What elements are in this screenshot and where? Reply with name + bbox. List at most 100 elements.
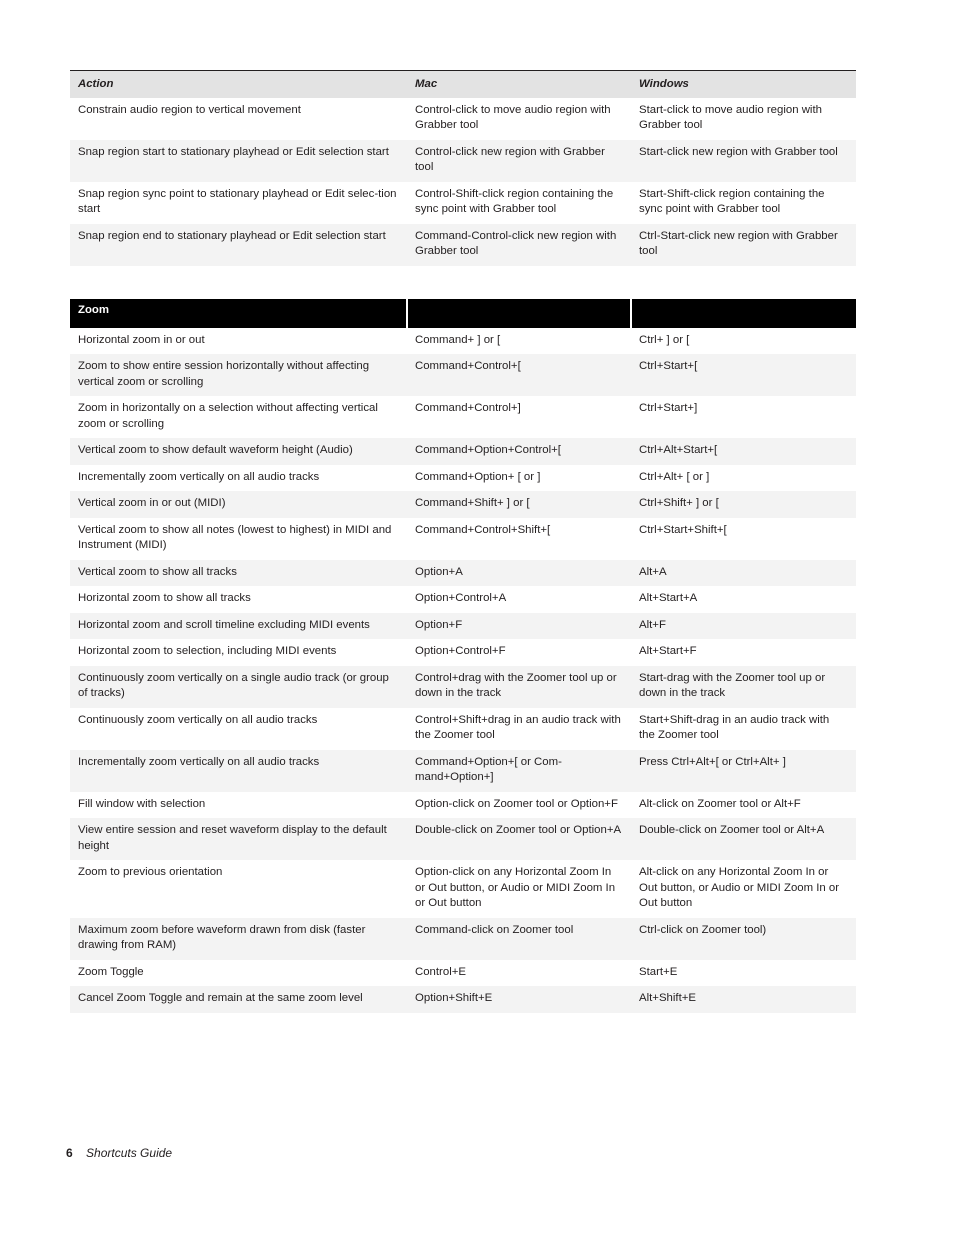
document-title: Shortcuts Guide bbox=[86, 1146, 173, 1160]
cell-action: Horizontal zoom and scroll timeline excl… bbox=[70, 612, 407, 639]
cell-action: Incrementally zoom vertically on all aud… bbox=[70, 749, 407, 792]
section-title-zoom: Zoom bbox=[70, 299, 407, 328]
cell-windows-shortcut: Alt-click on any Horizontal Zoom In or O… bbox=[639, 866, 840, 909]
cell-mac-shortcut: Control+Shift+drag in an audio track wit… bbox=[415, 713, 621, 742]
cell-windows-shortcut: Ctrl+ ] or [ bbox=[639, 333, 690, 346]
table-header-row: Action Mac Windows bbox=[70, 70, 856, 98]
table-row: Zoom in horizontally on a selection with… bbox=[70, 396, 856, 438]
section-header-blank bbox=[406, 299, 631, 328]
table-row: Horizontal zoom and scroll timeline excl… bbox=[70, 612, 856, 639]
cell-mac-shortcut: Command+Option+[ or Com-mand+Option+] bbox=[407, 749, 631, 792]
cell-mac-shortcut: Control-click to move audio region with … bbox=[415, 103, 611, 132]
cell-windows-shortcut: Start-click to move audio region with Gr… bbox=[639, 103, 822, 132]
table-row: Horizontal zoom in or out Command+ ] or [… bbox=[70, 328, 856, 355]
cell-action: Horizontal zoom to show all tracks bbox=[78, 592, 251, 604]
section-header-blank bbox=[630, 299, 856, 328]
zoom-shortcuts-table: Zoom Horizontal zoom in or out Command+ ]… bbox=[70, 299, 856, 1013]
table-row: Incrementally zoom vertically on all aud… bbox=[70, 465, 856, 492]
table-row: View entire session and reset waveform d… bbox=[70, 818, 856, 860]
table-row: Zoom Toggle Control+E Start+E bbox=[70, 960, 856, 987]
cell-mac-shortcut: Option+F bbox=[407, 612, 631, 639]
cell-windows-shortcut: Ctrl-click on Zoomer tool) bbox=[631, 917, 856, 960]
cell-windows-shortcut: Ctrl+Start+[ bbox=[631, 354, 856, 396]
cell-action: Fill window with selection bbox=[78, 797, 206, 810]
table-row: Continuously zoom vertically on a single… bbox=[70, 665, 856, 708]
cell-windows-shortcut: Start-click new region with Grabber tool bbox=[631, 139, 856, 182]
cell-action: Vertical zoom to show all notes (lowest … bbox=[78, 523, 392, 552]
cell-windows-shortcut: Alt+Start+A bbox=[639, 592, 698, 604]
table-row: Constrain audio region to vertical movem… bbox=[70, 98, 856, 140]
cell-action: Vertical zoom to show default waveform h… bbox=[70, 438, 407, 465]
table-row: Vertical zoom to show default waveform h… bbox=[70, 438, 856, 465]
cell-mac-shortcut: Option+A bbox=[407, 559, 631, 586]
column-header-action: Action bbox=[70, 70, 407, 98]
cell-action: Horizontal zoom in or out bbox=[78, 333, 205, 346]
table-row: Vertical zoom to show all notes (lowest … bbox=[70, 518, 856, 560]
table-row: Horizontal zoom to show all tracks Option… bbox=[70, 586, 856, 613]
cell-windows-shortcut: Ctrl+Start+] bbox=[639, 402, 698, 414]
cell-mac-shortcut: Option+Control+A bbox=[415, 592, 507, 604]
cell-windows-shortcut: Alt+F bbox=[631, 612, 856, 639]
cell-windows-shortcut: Alt-click on Zoomer tool or Alt+F bbox=[639, 797, 801, 810]
cell-windows-shortcut: Start-drag with the Zoomer tool up or do… bbox=[631, 665, 856, 708]
cell-action: Zoom to previous orientation bbox=[78, 866, 223, 878]
cell-mac-shortcut: Option+Control+F bbox=[415, 645, 506, 657]
cell-mac-shortcut: Command+Control+] bbox=[415, 402, 521, 414]
cell-mac-shortcut: Command+ ] or [ bbox=[415, 333, 501, 346]
table-row: Vertical zoom to show all tracks Option+A… bbox=[70, 559, 856, 586]
cell-windows-shortcut: Ctrl+Alt+Start+[ bbox=[631, 438, 856, 465]
cell-action: Incrementally zoom vertically on all aud… bbox=[78, 470, 320, 483]
table-row: Fill window with selection Option-click o… bbox=[70, 792, 856, 819]
cell-mac-shortcut: Command+Option+ [ or ] bbox=[415, 470, 541, 483]
cell-windows-shortcut: Start+E bbox=[639, 965, 678, 978]
cell-windows-shortcut: Alt+A bbox=[631, 559, 856, 586]
cell-mac-shortcut: Double-click on Zoomer tool or Option+A bbox=[407, 818, 631, 860]
table-row: Snap region start to stationary playhead… bbox=[70, 139, 856, 182]
cell-mac-shortcut: Command-click on Zoomer tool bbox=[407, 917, 631, 960]
cell-action: Continuously zoom vertically on all audi… bbox=[78, 713, 318, 726]
column-header-mac: Mac bbox=[407, 70, 631, 98]
cell-windows-shortcut: Alt+Shift+E bbox=[631, 986, 856, 1013]
cell-action: Maximum zoom before waveform drawn from … bbox=[70, 917, 407, 960]
cell-mac-shortcut: Control-click new region with Grabber to… bbox=[407, 139, 631, 182]
cell-mac-shortcut: Command+Control+[ bbox=[407, 354, 631, 396]
section-header-row: Zoom bbox=[70, 299, 856, 328]
cell-action: Continuously zoom vertically on a single… bbox=[70, 665, 407, 708]
cell-mac-shortcut: Option+Shift+E bbox=[407, 986, 631, 1013]
cell-action: Cancel Zoom Toggle and remain at the sam… bbox=[70, 986, 407, 1013]
cell-mac-shortcut: Command+Shift+ ] or [ bbox=[407, 491, 631, 518]
cell-action: Zoom in horizontally on a selection with… bbox=[78, 402, 378, 430]
cell-windows-shortcut: Ctrl+Alt+ [ or ] bbox=[639, 470, 710, 483]
table-row: Incrementally zoom vertically on all aud… bbox=[70, 749, 856, 792]
cell-mac-shortcut: Command-Control-click new region with Gr… bbox=[407, 223, 631, 266]
cell-windows-shortcut: Start-Shift-click region containing the … bbox=[639, 187, 825, 216]
cell-action: Vertical zoom in or out (MIDI) bbox=[70, 491, 407, 518]
cell-windows-shortcut: Alt+Start+F bbox=[639, 645, 697, 657]
table-row: Maximum zoom before waveform drawn from … bbox=[70, 917, 856, 960]
cell-action: Constrain audio region to vertical movem… bbox=[78, 103, 301, 116]
cell-mac-shortcut: Option-click on Zoomer tool or Option+F bbox=[415, 797, 618, 810]
table-row: Snap region sync point to stationary pla… bbox=[70, 182, 856, 224]
cell-mac-shortcut: Control-Shift-click region containing th… bbox=[415, 187, 614, 216]
page-number: 6 bbox=[66, 1146, 73, 1160]
cell-mac-shortcut: Option-click on any Horizontal Zoom In o… bbox=[415, 866, 616, 909]
column-header-windows: Windows bbox=[631, 70, 856, 98]
grabber-shortcuts-table: Action Mac Windows Constrain audio regio… bbox=[70, 70, 856, 266]
table-row: Horizontal zoom to selection, including … bbox=[70, 639, 856, 666]
cell-windows-shortcut: Ctrl+Start+Shift+[ bbox=[639, 523, 727, 536]
page-footer: 6 Shortcuts Guide bbox=[66, 1146, 172, 1160]
cell-action: View entire session and reset waveform d… bbox=[70, 818, 407, 860]
cell-action: Snap region start to stationary playhead… bbox=[70, 139, 407, 182]
cell-mac-shortcut: Command+Control+Shift+[ bbox=[415, 523, 551, 536]
cell-action: Vertical zoom to show all tracks bbox=[70, 559, 407, 586]
cell-windows-shortcut: Ctrl+Shift+ ] or [ bbox=[631, 491, 856, 518]
table-row: Zoom to previous orientation Option-click… bbox=[70, 860, 856, 918]
table-body: Horizontal zoom in or out Command+ ] or [… bbox=[70, 328, 856, 1013]
cell-mac-shortcut: Control+drag with the Zoomer tool up or … bbox=[407, 665, 631, 708]
cell-action: Horizontal zoom to selection, including … bbox=[78, 645, 337, 657]
cell-windows-shortcut: Ctrl-Start-click new region with Grabber… bbox=[631, 223, 856, 266]
table-row: Cancel Zoom Toggle and remain at the sam… bbox=[70, 986, 856, 1013]
cell-windows-shortcut: Start+Shift-drag in an audio track with … bbox=[639, 713, 830, 742]
table-row: Vertical zoom in or out (MIDI) Command+Sh… bbox=[70, 491, 856, 518]
cell-windows-shortcut: Double-click on Zoomer tool or Alt+A bbox=[631, 818, 856, 860]
